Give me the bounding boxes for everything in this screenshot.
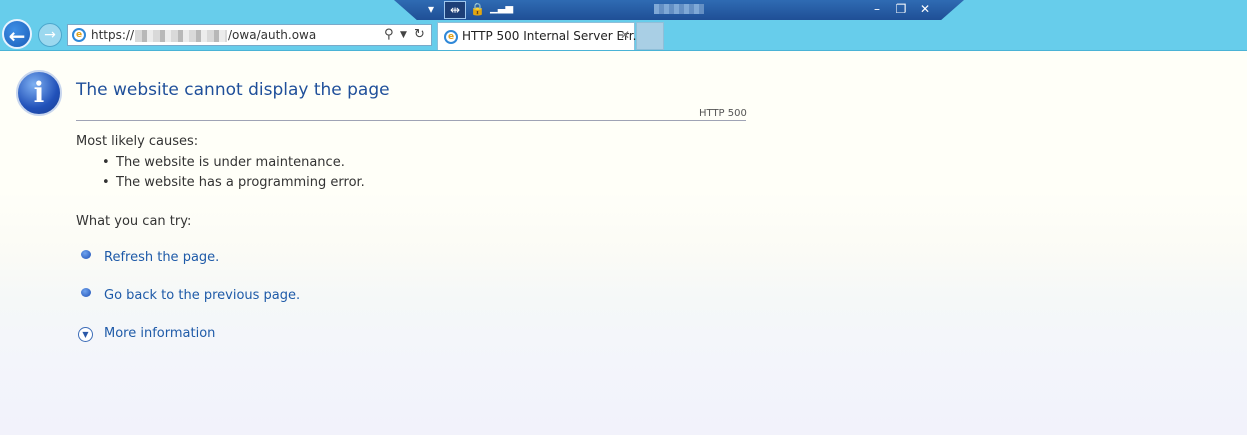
forward-arrow-icon[interactable]: →: [38, 23, 62, 47]
back-arrow-icon[interactable]: ←: [2, 19, 32, 49]
cause-item: • The website is under maintenance.: [102, 155, 345, 170]
minimize-icon[interactable]: –: [870, 1, 884, 17]
go-back-link[interactable]: Go back to the previous page.: [104, 288, 300, 303]
refresh-page-link[interactable]: Refresh the page.: [104, 250, 219, 265]
status-code: HTTP 500: [699, 108, 747, 119]
bullet-icon: [81, 288, 91, 297]
close-window-icon[interactable]: ✕: [918, 1, 932, 17]
tab-active[interactable]: e HTTP 500 Internal Server Err... ✕: [437, 22, 644, 50]
info-icon: i: [16, 70, 62, 116]
try-heading: What you can try:: [76, 214, 192, 229]
cause-text: The website has a programming error.: [116, 175, 365, 190]
redacted-host: [135, 29, 228, 42]
redacted-title: [654, 4, 704, 14]
new-tab-button[interactable]: [636, 22, 664, 50]
chevron-down-icon[interactable]: ▼: [400, 30, 407, 40]
causes-heading: Most likely causes:: [76, 134, 199, 149]
more-information-link[interactable]: More information: [104, 326, 215, 341]
title-divider: [76, 120, 746, 121]
ie-tab-icon: e: [444, 30, 458, 44]
url-prefix: https://: [91, 28, 135, 42]
pin-icon[interactable]: ⇹: [444, 1, 466, 19]
address-url[interactable]: https:// /owa/auth.owa: [91, 28, 316, 42]
address-bar[interactable]: e https:// /owa/auth.owa ⚲ ▼ ↻: [67, 24, 432, 46]
expand-chevron-icon[interactable]: ▼: [78, 327, 93, 342]
dropdown-icon[interactable]: ▾: [424, 1, 438, 17]
search-icon[interactable]: ⚲: [384, 27, 394, 42]
window-edge: [1247, 0, 1255, 435]
cause-item: • The website has a programming error.: [102, 175, 365, 190]
signal-icon: ▁▃▅: [490, 3, 514, 14]
tab-close-icon[interactable]: ✕: [620, 28, 630, 42]
restore-icon[interactable]: ❐: [894, 1, 908, 17]
page-title: The website cannot display the page: [76, 80, 390, 100]
window-titlebar: ▾ ⇹ 🔒 ▁▃▅ – ❐ ✕: [394, 0, 964, 20]
ie-page-icon: e: [72, 28, 86, 42]
browser-chrome: ▾ ⇹ 🔒 ▁▃▅ – ❐ ✕ ← → e https:// /owa/auth.…: [0, 0, 1247, 51]
cause-text: The website is under maintenance.: [116, 155, 345, 170]
url-path: /owa/auth.owa: [228, 28, 317, 42]
tab-title: HTTP 500 Internal Server Err...: [462, 29, 645, 43]
lock-icon: 🔒: [470, 2, 485, 16]
bullet-icon: [81, 250, 91, 259]
refresh-icon[interactable]: ↻: [414, 27, 425, 42]
